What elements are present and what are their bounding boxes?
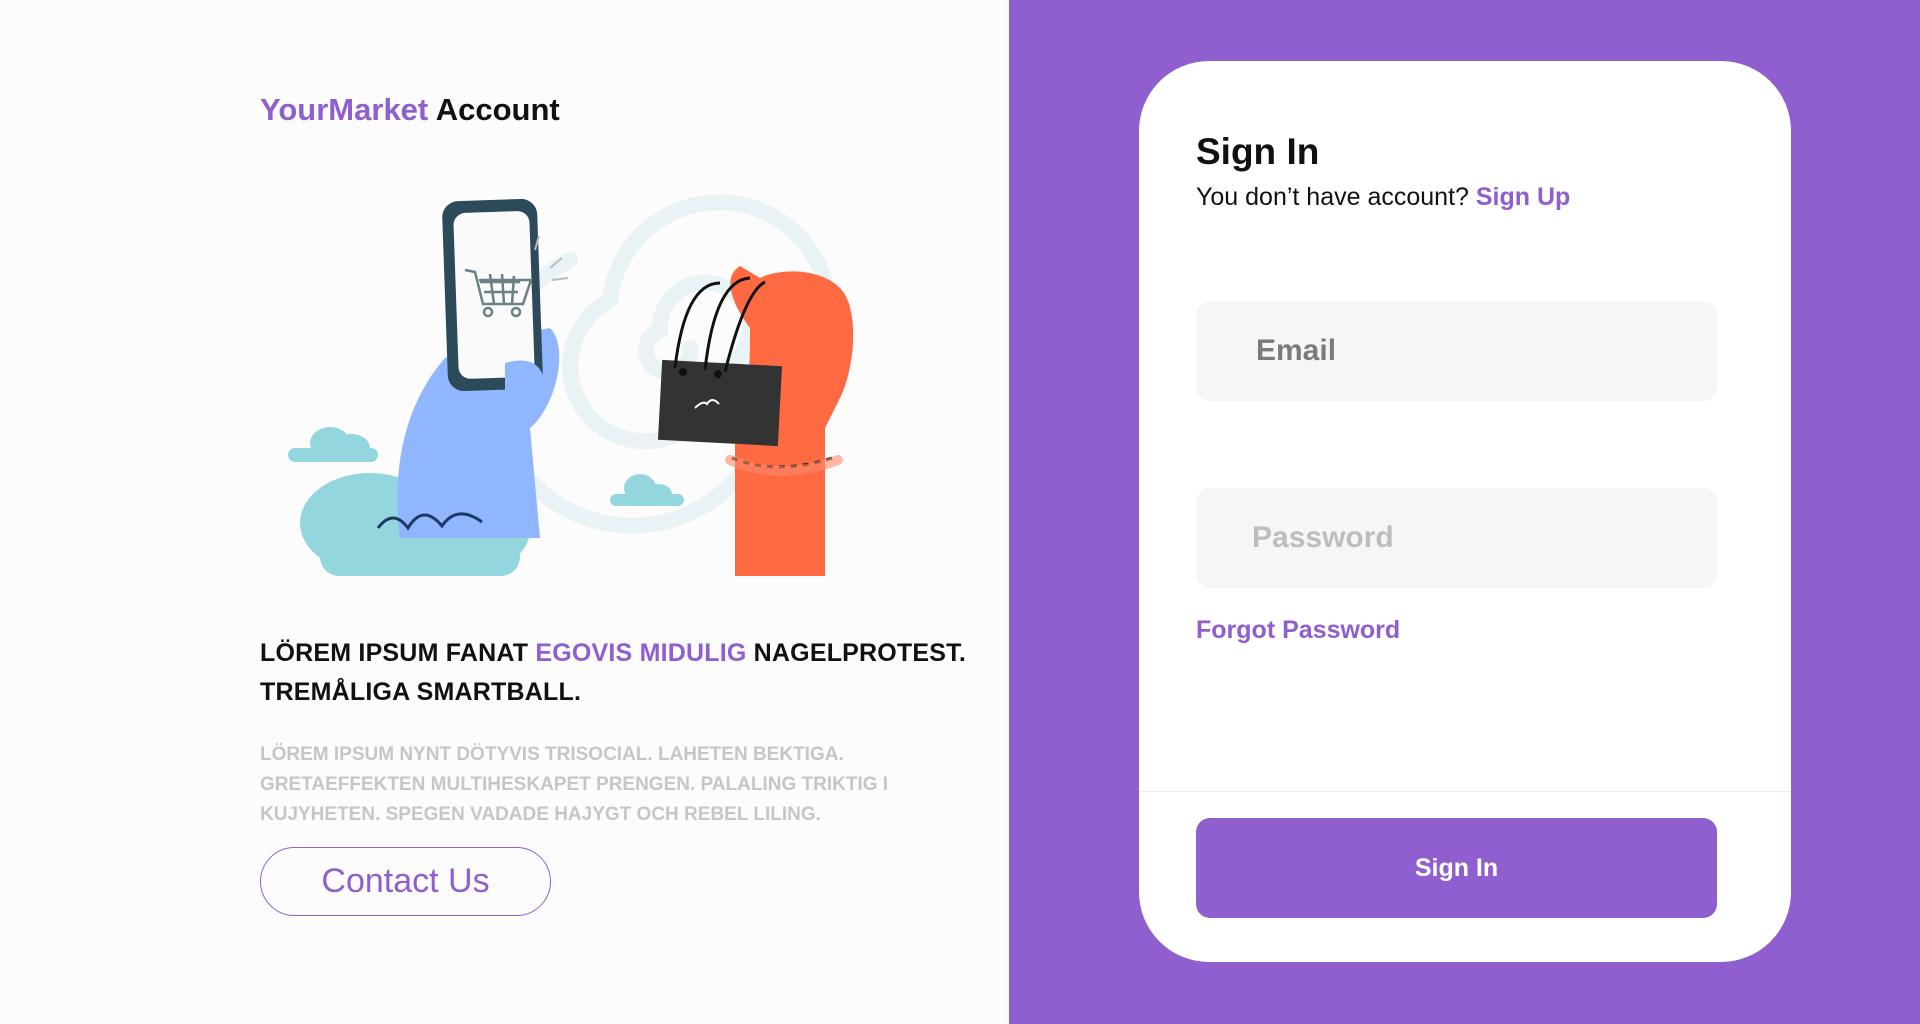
- brand-accent: YourMarket: [260, 92, 429, 127]
- sign-up-link[interactable]: Sign Up: [1476, 183, 1570, 211]
- hero-headline: LÖREM IPSUM FANAT EGOVIS MIDULIG NAGELPR…: [260, 634, 980, 712]
- signup-prompt: You don’t have account? Sign Up: [1196, 183, 1570, 212]
- card-divider: [1139, 791, 1791, 792]
- cloud-middle-icon: [610, 474, 684, 506]
- email-field[interactable]: [1196, 301, 1717, 401]
- signin-card: Sign In You don’t have account? Sign Up …: [1139, 61, 1791, 962]
- contact-us-button[interactable]: Contact Us: [260, 847, 551, 916]
- headline-accent: EGOVIS MIDULIG: [535, 639, 747, 667]
- hero-body: LÖREM IPSUM NYNT DÖTYVIS TRISOCIAL. LAHE…: [260, 744, 889, 825]
- headline-part1: LÖREM IPSUM FANAT: [260, 639, 536, 667]
- forgot-password-link[interactable]: Forgot Password: [1196, 616, 1400, 645]
- signup-prompt-text: You don’t have account?: [1196, 183, 1469, 211]
- password-field[interactable]: [1196, 488, 1717, 588]
- brand-rest: Account: [435, 92, 560, 127]
- shopping-illustration: [288, 194, 854, 576]
- signin-title: Sign In: [1196, 131, 1320, 172]
- hand-holding-bag-icon: [657, 266, 854, 576]
- brand-title: YourMarket Account: [260, 92, 560, 128]
- left-panel: YourMarket Account LÖREM IPSUM FANAT EGO…: [0, 0, 1009, 1024]
- cloud-left-icon: [288, 427, 378, 462]
- sign-in-button[interactable]: Sign In: [1196, 818, 1717, 918]
